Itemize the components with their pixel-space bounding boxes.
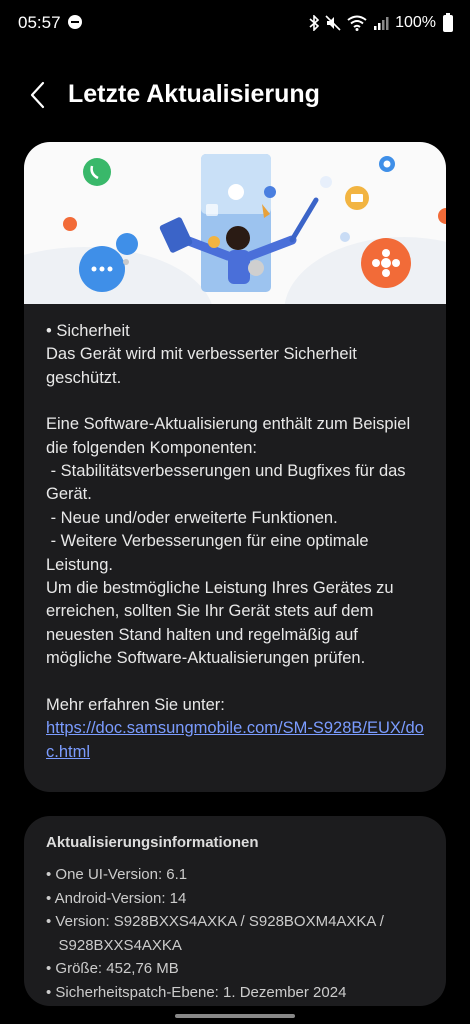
status-bar: 05:57 100% bbox=[0, 0, 470, 44]
more-info-link[interactable]: https://doc.samsungmobile.com/SM-S928B/E… bbox=[46, 719, 424, 760]
update-info-list: • One UI-Version: 6.1 • Android-Version:… bbox=[46, 863, 428, 1004]
battery-icon bbox=[443, 13, 453, 32]
update-info-title: Aktualisierungsinformationen bbox=[46, 834, 259, 851]
back-arrow-icon[interactable] bbox=[26, 80, 50, 110]
do-not-disturb-icon bbox=[68, 15, 82, 29]
wifi-icon bbox=[347, 15, 367, 31]
security-section: • Sicherheit Das Gerät wird mit verbesse… bbox=[46, 322, 357, 387]
bluetooth-icon bbox=[309, 15, 320, 31]
info-item-security-patch: • Sicherheitspatch-Ebene: 1. Dezember 20… bbox=[46, 983, 347, 1001]
info-item-size: • Größe: 452,76 MB bbox=[46, 960, 179, 977]
hero-illustration bbox=[24, 142, 446, 304]
signal-icon bbox=[374, 17, 389, 30]
page-title: Letzte Aktualisierung bbox=[68, 80, 320, 108]
info-item-android: • Android-Version: 14 bbox=[46, 889, 187, 907]
app-header: Letzte Aktualisierung bbox=[0, 70, 470, 120]
battery-percent: 100% bbox=[395, 14, 436, 31]
update-info-card: Aktualisierungsinformationen • One UI-Ve… bbox=[24, 816, 446, 1006]
update-notes-card: • Sicherheit Das Gerät wird mit verbesse… bbox=[24, 142, 446, 792]
components-section: Eine Software-Aktualisierung enthält zum… bbox=[46, 415, 411, 668]
status-time: 05:57 bbox=[18, 13, 61, 32]
info-item-oneui: • One UI-Version: 6.1 bbox=[46, 866, 188, 883]
status-icons: 100% bbox=[309, 13, 454, 33]
update-notes: • Sicherheit Das Gerät wird mit verbesse… bbox=[46, 320, 428, 764]
home-indicator[interactable] bbox=[175, 1014, 295, 1018]
info-item-version: • Version: S928BXXS4AXKA / S928BOXM4AXKA… bbox=[46, 913, 384, 954]
mute-icon bbox=[325, 15, 341, 31]
more-info-label: Mehr erfahren Sie unter: bbox=[46, 695, 225, 714]
illustration-graphic bbox=[24, 154, 446, 304]
